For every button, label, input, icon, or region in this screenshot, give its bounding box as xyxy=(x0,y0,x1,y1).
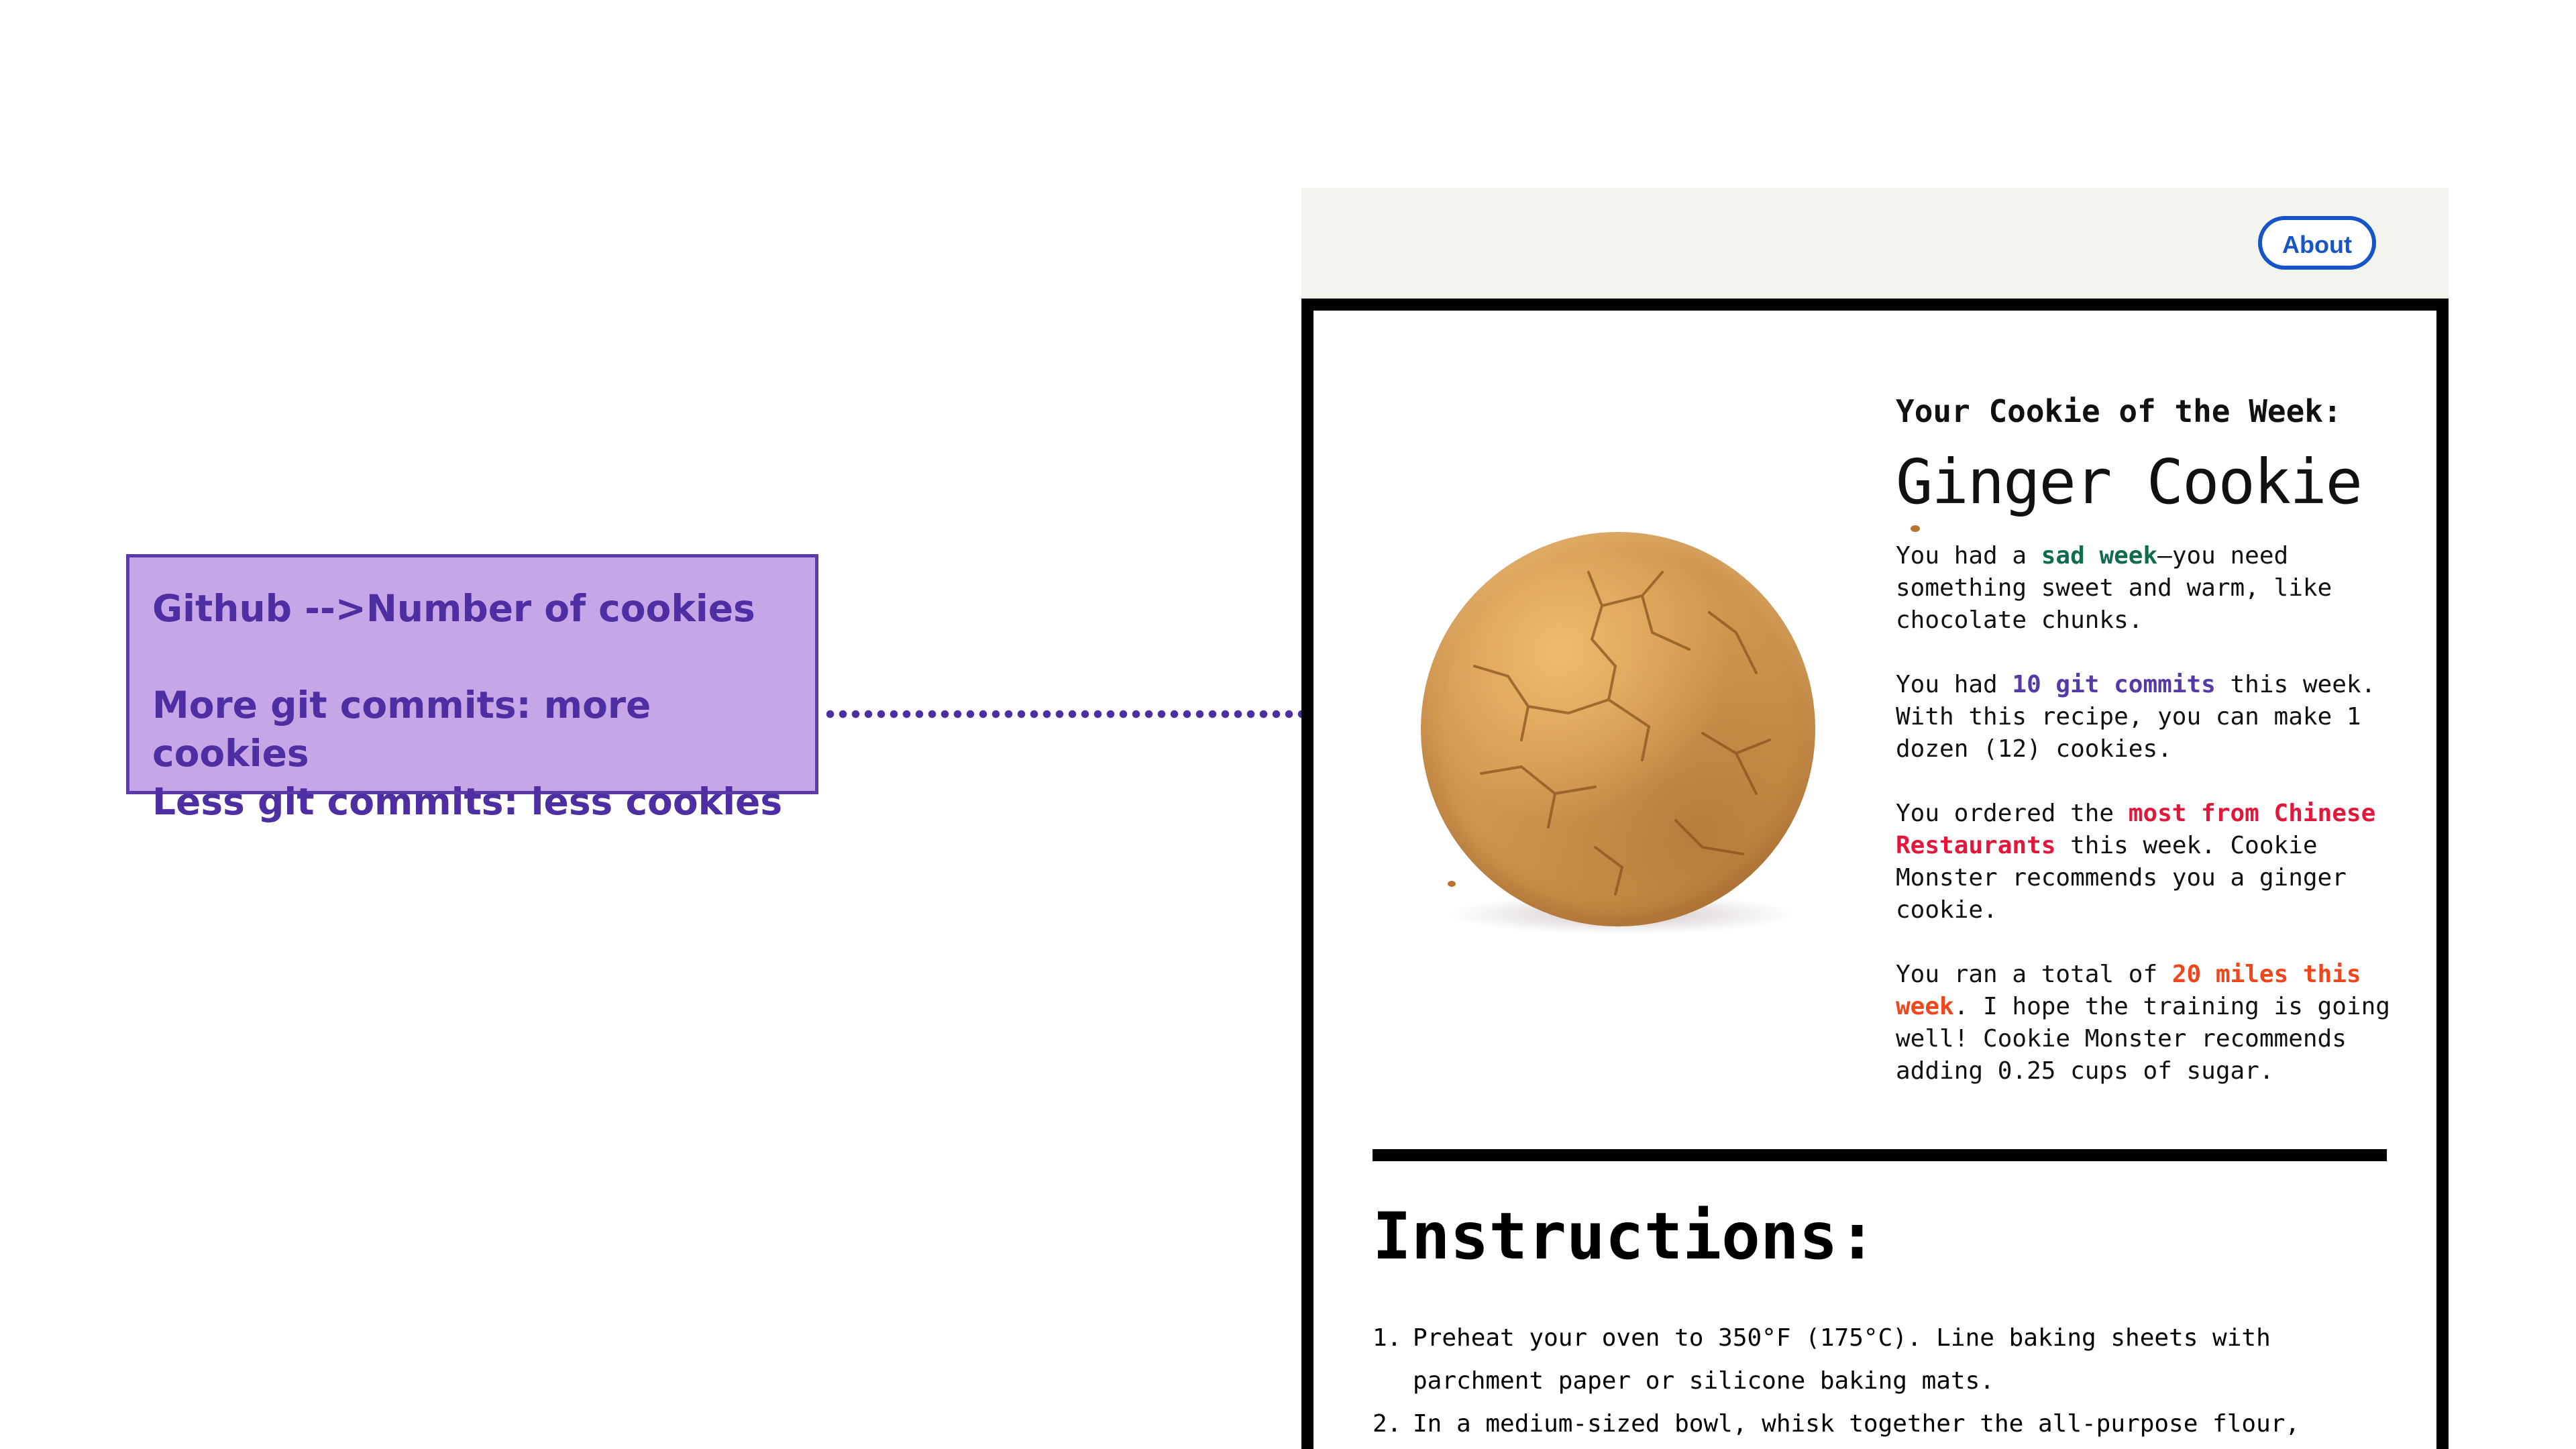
slide: Github -->Number of cookies More git com… xyxy=(0,0,2576,1449)
running-paragraph: You ran a total of 20 miles this week. I… xyxy=(1896,959,2419,1087)
website-panel: About Your Cookie of the Week: Ginger Co… xyxy=(1301,188,2449,1449)
cookie-cracks xyxy=(1473,571,1771,896)
step-text: Preheat your oven to 350°F (175°C). Line… xyxy=(1413,1324,2271,1395)
section-divider xyxy=(1373,1149,2387,1161)
annotation-line-mapping: Github -->Number of cookies xyxy=(152,587,755,630)
text: . I hope the training is going well! Coo… xyxy=(1896,993,2390,1085)
commits-paragraph: You had 10 git commits this week. With t… xyxy=(1896,669,2419,765)
list-item: 2. In a medium-sized bowl, whisk togethe… xyxy=(1373,1403,2379,1446)
text: You ordered the xyxy=(1896,800,2129,827)
instructions-heading: Instructions: xyxy=(1373,1199,1877,1274)
cookie-of-week-label: Your Cookie of the Week: xyxy=(1896,393,2342,429)
annotation-line-less: Less git commits: less cookies xyxy=(152,780,783,823)
cookie-image xyxy=(1421,525,1920,934)
cookie-icon xyxy=(1421,532,1815,926)
site-header: About xyxy=(1301,188,2449,299)
step-text: In a medium-sized bowl, whisk together t… xyxy=(1413,1410,2300,1438)
cookie-crumb xyxy=(1448,881,1456,887)
cookie-card: Your Cookie of the Week: Ginger Cookie Y… xyxy=(1301,299,2449,1449)
cookie-description: Your Cookie of the Week: Ginger Cookie Y… xyxy=(1896,391,2419,1120)
cookie-name-title: Ginger Cookie xyxy=(1896,446,2363,518)
step-number: 1. xyxy=(1373,1324,1402,1352)
annotation-line-more: More git commits: more cookies xyxy=(152,684,651,775)
list-item: 1. Preheat your oven to 350°F (175°C). L… xyxy=(1373,1317,2379,1403)
commits-highlight: 10 git commits xyxy=(2012,671,2216,698)
step-number: 2. xyxy=(1373,1410,1402,1438)
text: You ran a total of xyxy=(1896,961,2172,988)
text: You had a xyxy=(1896,542,2041,570)
annotation-spacer xyxy=(152,633,792,681)
text: You had xyxy=(1896,671,2012,698)
instructions-list: 1. Preheat your oven to 350°F (175°C). L… xyxy=(1373,1317,2379,1446)
food-paragraph: You ordered the most from Chinese Restau… xyxy=(1896,798,2419,926)
mood-paragraph: You had a sad week—you need something sw… xyxy=(1896,540,2419,637)
about-button[interactable]: About xyxy=(2258,216,2376,270)
mood-highlight: sad week xyxy=(2041,542,2158,570)
annotation-callout: Github -->Number of cookies More git com… xyxy=(126,554,818,823)
